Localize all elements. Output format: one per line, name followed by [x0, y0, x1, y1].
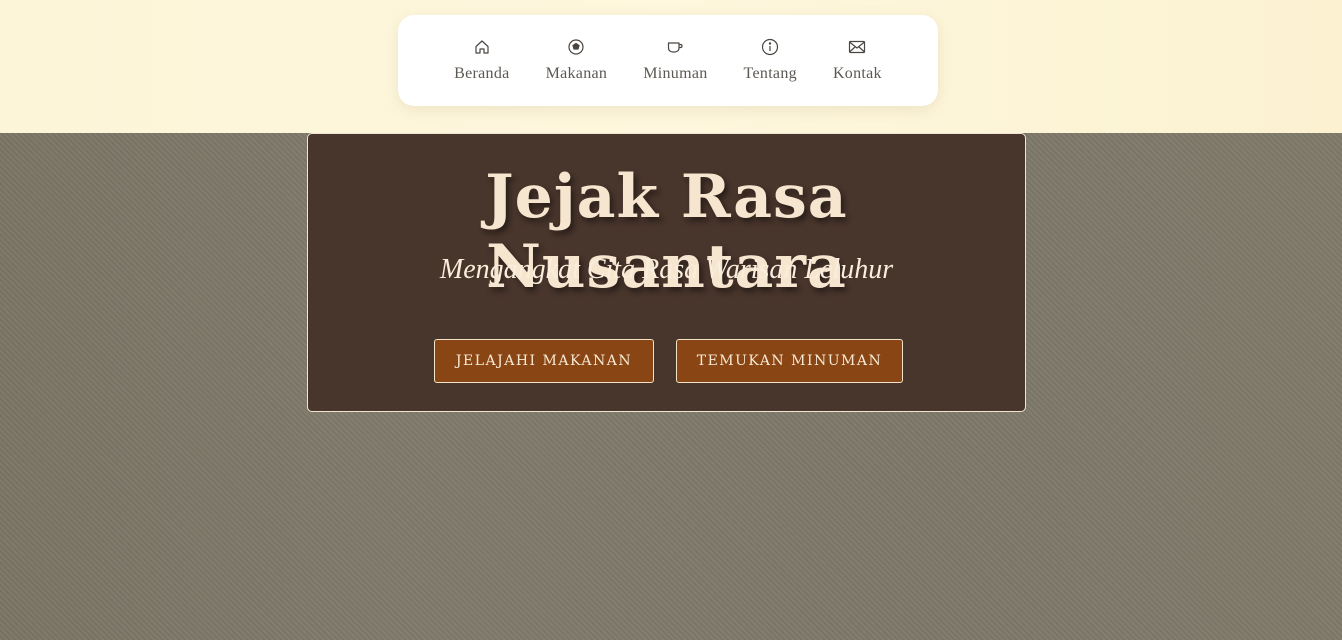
find-drinks-button[interactable]: TEMUKAN MINUMAN: [676, 339, 903, 383]
main-navbar: Beranda Makanan Minuman Tentang Kontak: [398, 15, 938, 106]
nav-label-kontak: Kontak: [832, 65, 882, 82]
nav-label-beranda: Beranda: [454, 65, 510, 82]
info-icon: [761, 38, 779, 56]
hero-card: Jejak Rasa Nusantara Mengangkat Cita Ras…: [307, 133, 1026, 412]
nav-item-beranda[interactable]: Beranda: [436, 38, 527, 83]
explore-food-button[interactable]: JELAJAHI MAKANAN: [434, 339, 654, 383]
cup-icon: [666, 38, 684, 56]
nav-label-makanan: Makanan: [545, 65, 608, 82]
hero-subtitle: Mengangkat Cita Rasa Warisan Leluhur: [439, 254, 894, 285]
nav-label-tentang: Tentang: [743, 65, 797, 82]
nav-item-tentang[interactable]: Tentang: [726, 38, 815, 83]
nav-label-minuman: Minuman: [643, 65, 708, 82]
mail-icon: [848, 38, 866, 56]
nav-item-makanan[interactable]: Makanan: [528, 38, 626, 83]
home-icon: [473, 38, 491, 56]
nav-item-minuman[interactable]: Minuman: [625, 38, 725, 83]
nav-item-kontak[interactable]: Kontak: [815, 38, 900, 83]
plate-icon: [567, 38, 585, 56]
